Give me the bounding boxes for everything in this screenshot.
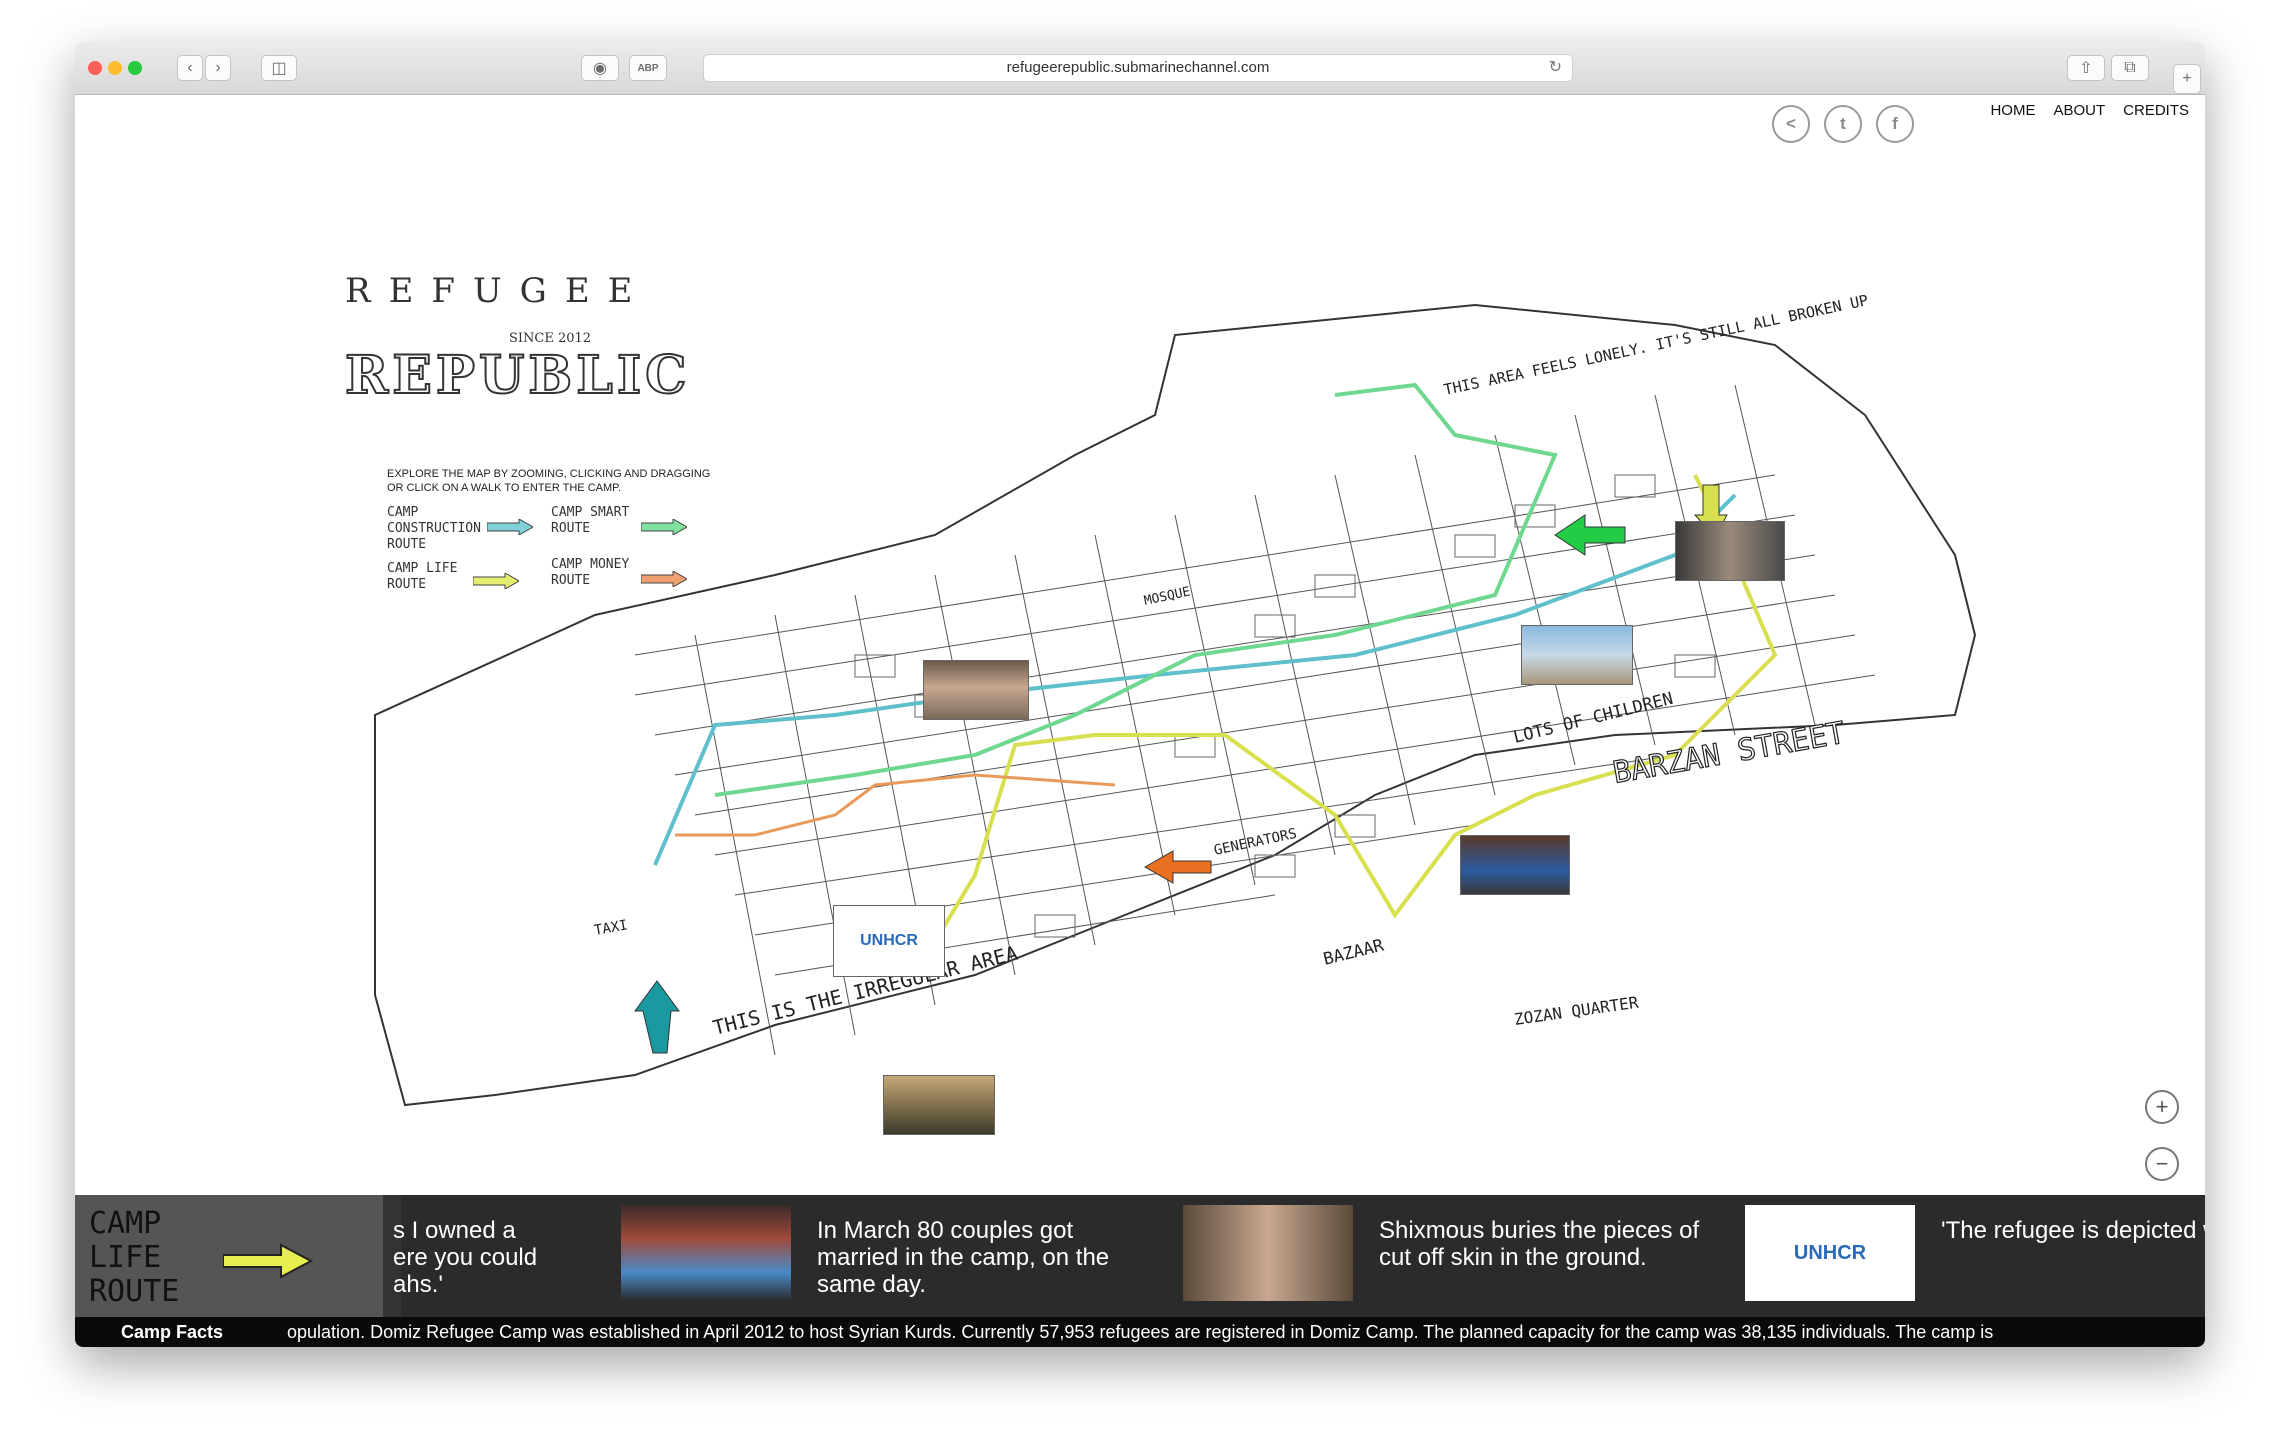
- camp-facts-text: opulation. Domiz Refugee Camp was establ…: [287, 1322, 1994, 1342]
- route-construction-label[interactable]: CAMP CONSTRUCTION ROUTE: [387, 505, 497, 553]
- logo-since: SINCE 2012: [509, 331, 592, 346]
- map-photo-portrait-man[interactable]: [923, 660, 1029, 720]
- nav-home[interactable]: HOME: [1990, 102, 2035, 119]
- camp-map[interactable]: BARZAN STREET THIS AREA FEELS LONELY. IT…: [75, 95, 2205, 1195]
- camp-facts-ticker: Camp Facts opulation. Domiz Refugee Camp…: [75, 1317, 2205, 1347]
- share-social-button[interactable]: <: [1772, 105, 1810, 143]
- map-photo-sunset[interactable]: [883, 1075, 995, 1135]
- web-page: BARZAN STREET THIS AREA FEELS LONELY. IT…: [75, 95, 2205, 1347]
- facebook-button[interactable]: f: [1876, 105, 1914, 143]
- money-arrow-icon[interactable]: [641, 571, 687, 587]
- sidebar-button[interactable]: ◫: [261, 55, 297, 81]
- adblock-icon: ABP: [637, 62, 659, 74]
- new-tab-button[interactable]: +: [2173, 64, 2201, 94]
- story-thumb-unhcr[interactable]: UNHCR: [1745, 1205, 1915, 1301]
- zoom-out-button[interactable]: −: [2145, 1147, 2179, 1181]
- facebook-icon: f: [1892, 114, 1898, 133]
- life-arrow-icon[interactable]: [473, 573, 519, 589]
- plus-icon: +: [2155, 1094, 2169, 1119]
- map-photo-camp-tents[interactable]: [1521, 625, 1633, 685]
- close-window-button[interactable]: [88, 61, 102, 75]
- chevron-right-icon: ›: [215, 59, 221, 76]
- plus-icon: +: [2182, 70, 2192, 87]
- logo-refugee: REFUGEE: [345, 271, 651, 311]
- zozan-quarter-label: ZOZAN QUARTER: [1513, 993, 1640, 1029]
- bazaar-label: BAZAAR: [1321, 935, 1386, 969]
- chevron-left-icon: ‹: [187, 59, 193, 76]
- story-card-text-2[interactable]: In March 80 couples got married in the c…: [817, 1217, 1147, 1298]
- share-nodes-icon: <: [1786, 114, 1796, 133]
- browser-toolbar: ‹ › ◫ ◉ ABP refugeerepublic.submarinecha…: [75, 42, 2205, 95]
- tabs-overview-button[interactable]: ⧉: [2111, 55, 2149, 81]
- story-card-text-3[interactable]: Shixmous buries the pieces of cut off sk…: [1379, 1217, 1709, 1271]
- camp-outline: [374, 303, 1977, 1107]
- story-card-text-4[interactable]: 'The refugee is depicted without arms or…: [1941, 1217, 2205, 1244]
- life-route-arrow-icon: [223, 1243, 313, 1279]
- route-badge-label: CAMP LIFE ROUTE: [89, 1206, 180, 1309]
- privacy-extension-button[interactable]: ◉: [581, 55, 619, 81]
- twitter-button[interactable]: t: [1824, 105, 1862, 143]
- construction-arrow-icon[interactable]: [487, 519, 533, 535]
- sidebar-icon: ◫: [271, 60, 287, 77]
- zoom-in-button[interactable]: +: [2145, 1090, 2179, 1124]
- minus-icon: −: [2155, 1151, 2169, 1176]
- browser-window: ‹ › ◫ ◉ ABP refugeerepublic.submarinecha…: [75, 42, 2205, 1347]
- story-strip: CAMP LIFE ROUTE s I owned a ere you coul…: [75, 1195, 2205, 1317]
- share-button[interactable]: ⇧: [2067, 55, 2105, 81]
- story-thumb-shixmous[interactable]: [1183, 1205, 1353, 1301]
- twitter-icon: t: [1840, 114, 1846, 133]
- nav-about[interactable]: ABOUT: [2053, 102, 2105, 119]
- map-photo-portrait-bald-man[interactable]: [1675, 521, 1785, 581]
- logo-republic[interactable]: REPUBLIC: [344, 344, 691, 407]
- unhcr-logo-text: UNHCR: [860, 932, 918, 949]
- url-text: refugeerepublic.submarinechannel.com: [1006, 59, 1270, 76]
- route-money-label[interactable]: CAMP MONEY ROUTE: [551, 557, 651, 589]
- reload-icon[interactable]: ↻: [1549, 55, 1562, 81]
- nav-credits[interactable]: CREDITS: [2123, 102, 2189, 119]
- back-button[interactable]: ‹: [177, 55, 203, 81]
- shield-icon: ◉: [593, 60, 607, 77]
- tabs-icon: ⧉: [2124, 59, 2136, 76]
- address-bar[interactable]: refugeerepublic.submarinechannel.com ↻: [703, 54, 1573, 82]
- share-icon: ⇧: [2079, 60, 2093, 77]
- story-card-text-1[interactable]: s I owned a ere you could ahs.': [393, 1217, 553, 1298]
- unhcr-thumb-text: UNHCR: [1793, 1241, 1867, 1264]
- smart-arrow-icon[interactable]: [641, 519, 687, 535]
- route-smart-label[interactable]: CAMP SMART ROUTE: [551, 505, 651, 537]
- route-life-label[interactable]: CAMP LIFE ROUTE: [387, 561, 467, 593]
- minimize-window-button[interactable]: [108, 61, 122, 75]
- adblock-extension-button[interactable]: ABP: [629, 55, 667, 81]
- intro-text: EXPLORE THE MAP BY ZOOMING, CLICKING AND…: [387, 468, 711, 494]
- zoom-window-button[interactable]: [128, 61, 142, 75]
- top-nav: HOME ABOUT CREDITS: [1950, 95, 2205, 125]
- map-photo-wedding-hall[interactable]: [1460, 835, 1570, 895]
- forward-button[interactable]: ›: [205, 55, 231, 81]
- map-photo-unhcr-logo[interactable]: UNHCR: [833, 905, 945, 977]
- story-thumb-wedding[interactable]: [621, 1205, 791, 1301]
- camp-facts-title[interactable]: Camp Facts: [121, 1317, 223, 1347]
- route-badge[interactable]: CAMP LIFE ROUTE: [75, 1195, 383, 1317]
